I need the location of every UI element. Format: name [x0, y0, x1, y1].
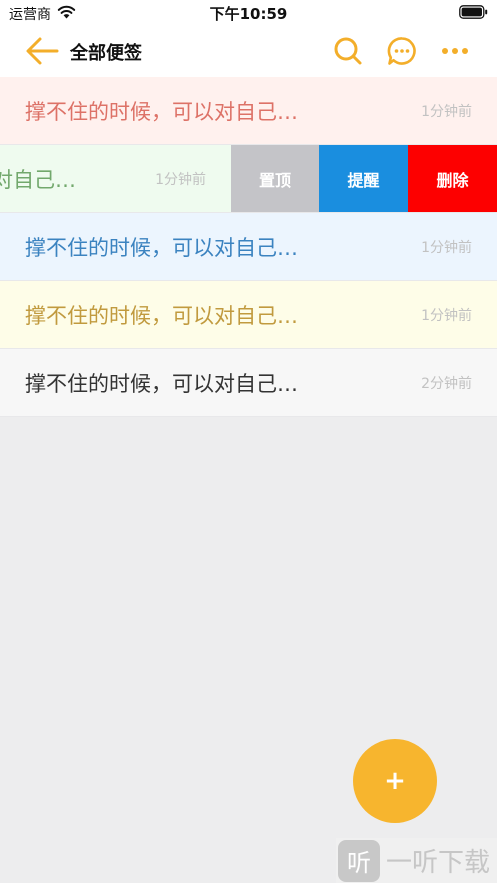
- watermark-text: 一听下载: [386, 848, 491, 878]
- more-button[interactable]: [438, 34, 472, 68]
- delete-button[interactable]: 删除: [408, 145, 497, 212]
- back-arrow-icon: [26, 37, 59, 65]
- more-dots-icon: [442, 48, 468, 54]
- plus-icon: +: [384, 766, 406, 796]
- note-row[interactable]: 撑不住的时候，可以对自己… 1分钟前: [0, 281, 497, 349]
- message-button[interactable]: [385, 34, 419, 68]
- note-time: 1分钟前: [421, 240, 472, 256]
- note-row-swiped[interactable]: 撑不住的时候，可以对自己… 1分钟前 置顶 提醒 删除: [0, 145, 497, 213]
- add-note-button[interactable]: +: [353, 739, 437, 823]
- chat-bubble-icon: [387, 37, 416, 65]
- watermark-logo: 听: [338, 839, 380, 882]
- note-row[interactable]: 撑不住的时候，可以对自己… 2分钟前: [0, 349, 497, 417]
- back-button[interactable]: [24, 34, 60, 68]
- note-time: 2分钟前: [421, 376, 472, 392]
- note-time: 1分钟前: [421, 104, 472, 120]
- navigation-bar: 全部便签: [0, 26, 497, 77]
- battery-icon: [459, 5, 488, 19]
- note-title: 撑不住的时候，可以对自己…: [25, 100, 298, 124]
- swiped-note-content[interactable]: 撑不住的时候，可以对自己… 1分钟前: [0, 145, 231, 212]
- pin-to-top-button[interactable]: 置顶: [231, 145, 319, 212]
- note-time: 1分钟前: [155, 172, 206, 188]
- search-icon: [334, 37, 362, 65]
- search-button[interactable]: [331, 34, 365, 68]
- note-title: 撑不住的时候，可以对自己…: [0, 168, 76, 192]
- page-title: 全部便签: [70, 43, 142, 64]
- status-bar: 运营商 下午10:59: [0, 0, 497, 26]
- status-time: 下午10:59: [209, 5, 288, 23]
- note-time: 1分钟前: [421, 308, 472, 324]
- watermark: 听 一听下载: [336, 838, 497, 883]
- note-title: 撑不住的时候，可以对自己…: [25, 236, 298, 260]
- note-row[interactable]: 撑不住的时候，可以对自己… 1分钟前: [0, 77, 497, 145]
- note-list: 撑不住的时候，可以对自己… 1分钟前 撑不住的时候，可以对自己… 1分钟前 置顶…: [0, 77, 497, 417]
- note-title: 撑不住的时候，可以对自己…: [25, 372, 298, 396]
- note-row[interactable]: 撑不住的时候，可以对自己… 1分钟前: [0, 213, 497, 281]
- reminder-button[interactable]: 提醒: [319, 145, 408, 212]
- note-title: 撑不住的时候，可以对自己…: [25, 304, 298, 328]
